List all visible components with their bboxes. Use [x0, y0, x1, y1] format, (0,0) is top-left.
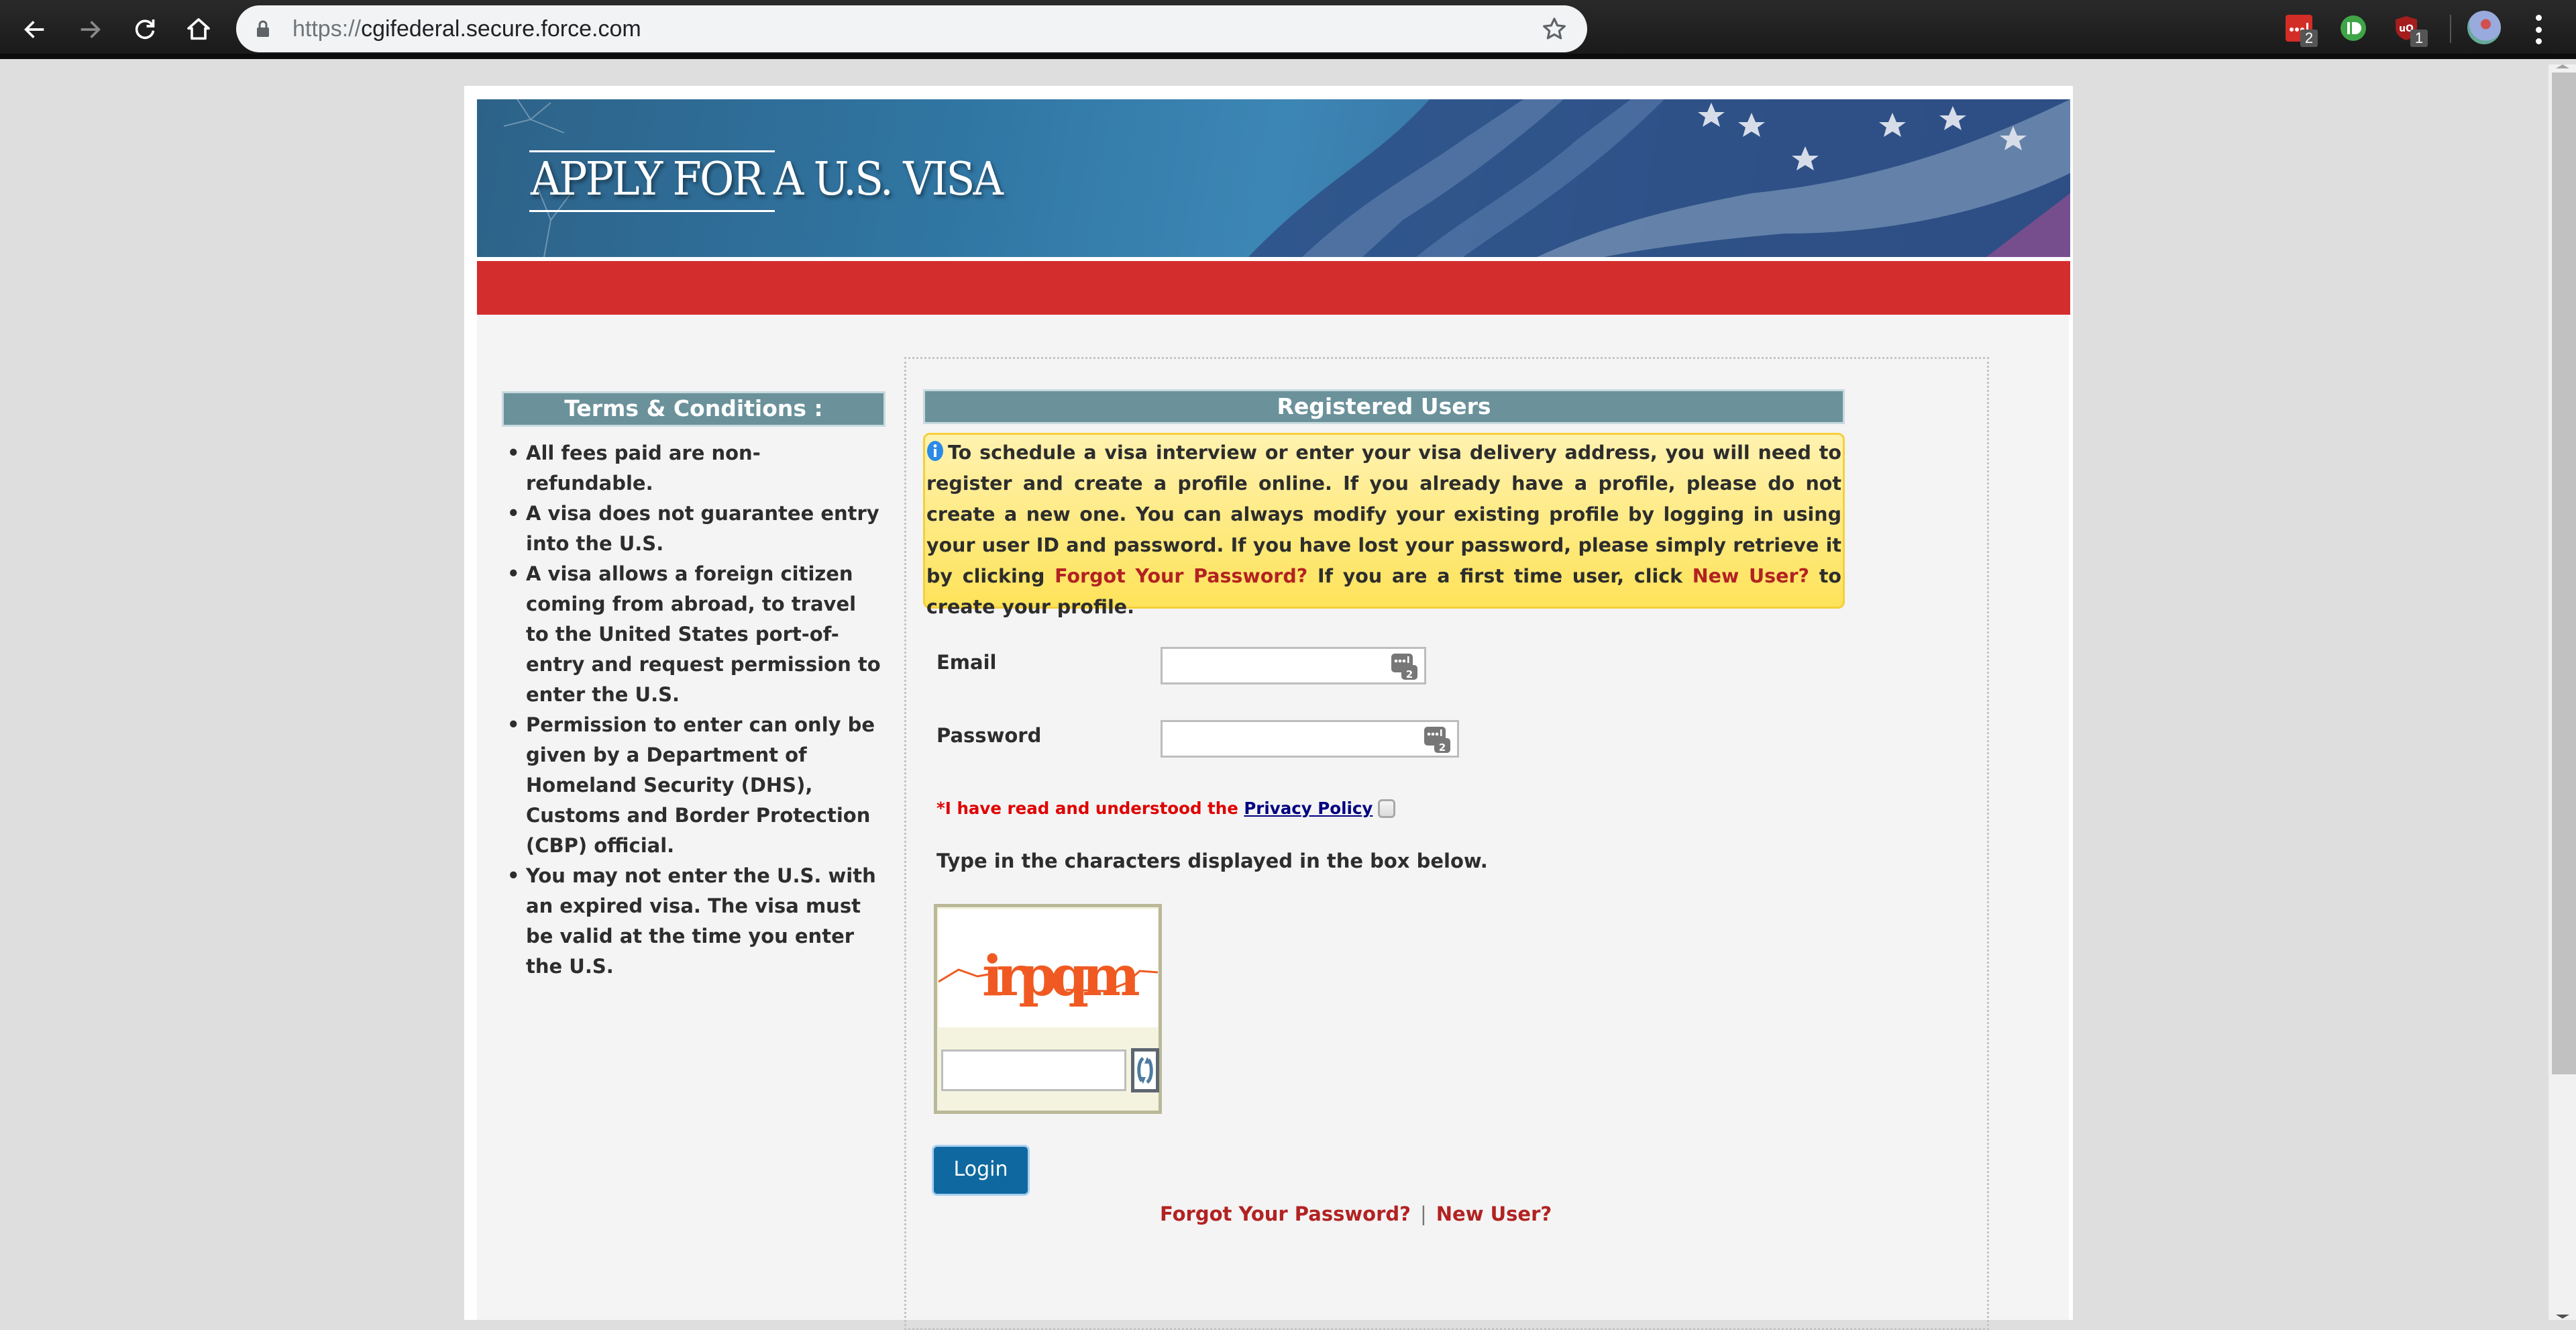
- svg-text:irpqm: irpqm: [982, 944, 1139, 1009]
- email-input[interactable]: [1163, 649, 1424, 682]
- profile-avatar[interactable]: [2467, 11, 2501, 44]
- svg-text:2: 2: [1406, 668, 1413, 680]
- forward-button[interactable]: [72, 12, 107, 47]
- terms-heading: Terms & Conditions :: [502, 391, 885, 427]
- terms-item: A visa allows a foreign citizen coming f…: [506, 559, 881, 710]
- browser-menu-button[interactable]: [2533, 15, 2544, 44]
- lastpass-badge: 2: [2300, 30, 2318, 47]
- banner-rule-top: [529, 150, 775, 152]
- password-manager-icon[interactable]: 2: [1424, 726, 1452, 754]
- password-manager-icon[interactable]: 2: [1391, 653, 1419, 681]
- privacy-policy-link[interactable]: Privacy Policy: [1244, 799, 1373, 818]
- login-button[interactable]: Login: [932, 1145, 1030, 1196]
- ublock-badge: 1: [2410, 30, 2428, 47]
- terms-item: You may not enter the U.S. with an expir…: [506, 861, 881, 982]
- terms-item: All fees paid are non-refundable.: [506, 438, 881, 499]
- scroll-up-arrow-icon[interactable]: [2556, 64, 2569, 68]
- email-field-wrapper: 2: [1161, 647, 1426, 684]
- info-forgot-password-link[interactable]: Forgot Your Password?: [1055, 565, 1307, 587]
- registered-users-heading: Registered Users: [923, 389, 1845, 424]
- address-bar[interactable]: https://cgifederal.secure.force.com: [236, 5, 1587, 52]
- vertical-scrollbar[interactable]: [2548, 64, 2576, 1320]
- back-button[interactable]: [17, 12, 52, 47]
- terms-item: A visa does not guarantee entry into the…: [506, 499, 881, 559]
- password-input[interactable]: [1163, 722, 1457, 756]
- pushbullet-extension-button[interactable]: [2340, 15, 2367, 42]
- bookmark-star-icon[interactable]: [1542, 16, 1567, 42]
- banner-title: APPLY FOR A U.S. VISA: [531, 153, 1004, 206]
- url-text[interactable]: https://cgifederal.secure.force.com: [292, 5, 641, 52]
- header-banner: APPLY FOR A U.S. VISA: [477, 99, 2070, 257]
- captcha-text-graphic: irpqm: [938, 944, 1159, 1009]
- home-button[interactable]: [181, 12, 216, 47]
- lastpass-extension-button[interactable]: 2: [2286, 15, 2318, 47]
- reload-button[interactable]: [127, 12, 162, 47]
- pushbullet-icon: [2341, 15, 2366, 41]
- link-separator: |: [1419, 1203, 1427, 1225]
- terms-list: All fees paid are non-refundable. A visa…: [506, 438, 881, 982]
- toolbar-divider: [2450, 15, 2451, 43]
- privacy-checkbox[interactable]: [1378, 799, 1396, 818]
- password-label: Password: [936, 724, 1042, 747]
- email-label: Email: [936, 651, 997, 674]
- lock-icon: [257, 20, 269, 37]
- home-icon: [187, 18, 210, 40]
- page-container: APPLY FOR A U.S. VISA Terms & Conditions…: [464, 86, 2073, 1330]
- scrollbar-thumb[interactable]: [2552, 72, 2576, 1074]
- forgot-password-link[interactable]: Forgot Your Password?: [1160, 1203, 1411, 1225]
- svg-text:2: 2: [1439, 741, 1446, 754]
- red-navigation-bar: [477, 261, 2070, 315]
- arrow-left-icon: [24, 21, 44, 38]
- info-new-user-link[interactable]: New User?: [1693, 565, 1809, 587]
- captcha-box: irpqm: [934, 904, 1162, 1114]
- reload-icon: [135, 19, 155, 40]
- captcha-image: irpqm: [938, 909, 1159, 1027]
- terms-item: Permission to enter can only be given by…: [506, 710, 881, 861]
- ublock-extension-button[interactable]: uO 1: [2393, 15, 2428, 47]
- privacy-consent: *I have read and understood the Privacy …: [936, 799, 1396, 818]
- new-user-link[interactable]: New User?: [1436, 1203, 1552, 1225]
- arrow-right-icon: [80, 21, 101, 38]
- captcha-refresh-button[interactable]: [1131, 1048, 1159, 1092]
- scroll-down-arrow-icon[interactable]: [2556, 1315, 2569, 1319]
- captcha-instruction: Type in the characters displayed in the …: [936, 850, 1488, 872]
- password-field-wrapper: 2: [1161, 720, 1459, 758]
- captcha-input-wrapper: [941, 1050, 1126, 1091]
- refresh-icon: [1137, 1057, 1153, 1084]
- account-links: Forgot Your Password? | New User?: [1160, 1203, 1552, 1225]
- browser-toolbar: https://cgifederal.secure.force.com 2 uO…: [0, 0, 2576, 59]
- info-message: To schedule a visa interview or enter yo…: [923, 433, 1845, 618]
- info-icon: [927, 441, 943, 461]
- captcha-input[interactable]: [943, 1052, 1124, 1089]
- banner-rule-bottom: [529, 210, 775, 212]
